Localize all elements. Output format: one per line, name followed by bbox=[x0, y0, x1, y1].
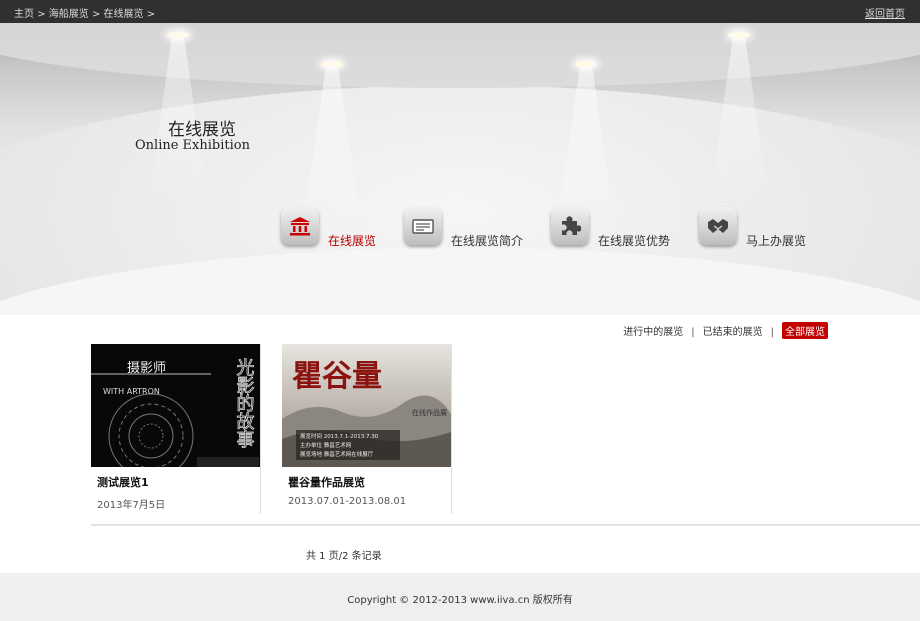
poster-text: WITH ARTRON bbox=[103, 387, 160, 396]
poster-info: 展览场地 雅昌艺术网在线展厅 bbox=[300, 450, 374, 458]
exhibition-card[interactable]: 瞿谷量 在线作品展 展览时间 2013.7.1-2013.7.30 主办单位 雅… bbox=[282, 344, 452, 514]
museum-icon bbox=[281, 207, 319, 245]
filter-separator: | bbox=[770, 327, 774, 338]
nav-item-exhibition-intro[interactable]: 在线展览简介 bbox=[404, 207, 539, 248]
page-subtitle: Online Exhibition bbox=[135, 138, 250, 153]
breadcrumb-separator: > bbox=[37, 9, 46, 20]
breadcrumb-separator: > bbox=[91, 9, 101, 20]
filter-separator: | bbox=[691, 327, 695, 338]
breadcrumb-home[interactable]: 主页 bbox=[14, 9, 34, 20]
card-icon bbox=[404, 207, 442, 245]
puzzle-icon bbox=[551, 207, 589, 245]
poster-text: 摄影师 bbox=[127, 361, 166, 376]
nav-item-host-exhibition[interactable]: 马上办展览 bbox=[699, 207, 814, 248]
poster-subtitle: 在线作品展 bbox=[412, 408, 447, 417]
page-title: 在线展览 bbox=[168, 120, 236, 140]
copyright-text: Copyright © 2012-2013 www.iiva.cn 版权所有 bbox=[347, 595, 573, 606]
footer: Copyright © 2012-2013 www.iiva.cn 版权所有 bbox=[0, 573, 920, 621]
breadcrumb-separator: > bbox=[146, 9, 156, 20]
poster-info: 展览时间 2013.7.1-2013.7.30 bbox=[300, 432, 379, 440]
breadcrumb-ship-exhibition[interactable]: 海船展览 bbox=[49, 9, 89, 20]
exhibition-poster[interactable]: 摄影师 WITH ARTRON 光影的故事 bbox=[91, 344, 260, 467]
nav-label: 马上办展览 bbox=[746, 234, 807, 248]
nav-item-online-exhibition[interactable]: 在线展览 bbox=[281, 207, 391, 248]
filter-ended[interactable]: 已结束的展览 bbox=[703, 323, 763, 338]
poster-info: 主办单位 雅昌艺术网 bbox=[300, 441, 352, 449]
nav-label: 在线展览优势 bbox=[598, 234, 671, 248]
exhibition-name[interactable]: 瞿谷量作品展览 bbox=[288, 474, 365, 490]
pagination-info: 共 1 页/2 条记录 bbox=[306, 551, 382, 562]
filter-all[interactable]: 全部展览 bbox=[782, 322, 828, 339]
gallery-ceiling bbox=[0, 23, 920, 88]
exhibition-poster[interactable]: 瞿谷量 在线作品展 展览时间 2013.7.1-2013.7.30 主办单位 雅… bbox=[282, 344, 451, 467]
spotlight-icon bbox=[572, 58, 600, 67]
spotlight-icon bbox=[164, 29, 192, 38]
nav-item-exhibition-advantages[interactable]: 在线展览优势 bbox=[551, 207, 686, 248]
return-home-link[interactable]: 返回首页 bbox=[865, 5, 905, 20]
exhibition-name[interactable]: 测试展览1 bbox=[97, 474, 149, 490]
spotlight-icon bbox=[725, 29, 753, 38]
exhibition-card[interactable]: 摄影师 WITH ARTRON 光影的故事 测试展览1 2013年7月5日 bbox=[91, 344, 261, 514]
handshake-icon bbox=[699, 207, 737, 245]
exhibition-filter-bar: 进行中的展览 | 已结束的展览 | 全部展览 bbox=[623, 322, 828, 339]
filter-ongoing[interactable]: 进行中的展览 bbox=[623, 323, 683, 338]
exhibition-date: 2013年7月5日 bbox=[97, 500, 166, 511]
breadcrumb-online-exhibition[interactable]: 在线展览 bbox=[104, 9, 144, 20]
nav-label: 在线展览 bbox=[328, 234, 377, 248]
divider bbox=[91, 524, 920, 526]
exhibition-date: 2013.07.01-2013.08.01 bbox=[288, 496, 407, 507]
top-bar: 主页 > 海船展览 > 在线展览 > 返回首页 bbox=[0, 0, 920, 23]
poster-text: 光影的故事 bbox=[234, 358, 255, 448]
gallery-hero-banner bbox=[0, 23, 920, 315]
nav-label: 在线展览简介 bbox=[451, 234, 524, 248]
breadcrumb: 主页 > 海船展览 > 在线展览 > bbox=[14, 5, 155, 20]
spotlight-icon bbox=[318, 58, 346, 67]
poster-title: 瞿谷量 bbox=[291, 359, 382, 394]
